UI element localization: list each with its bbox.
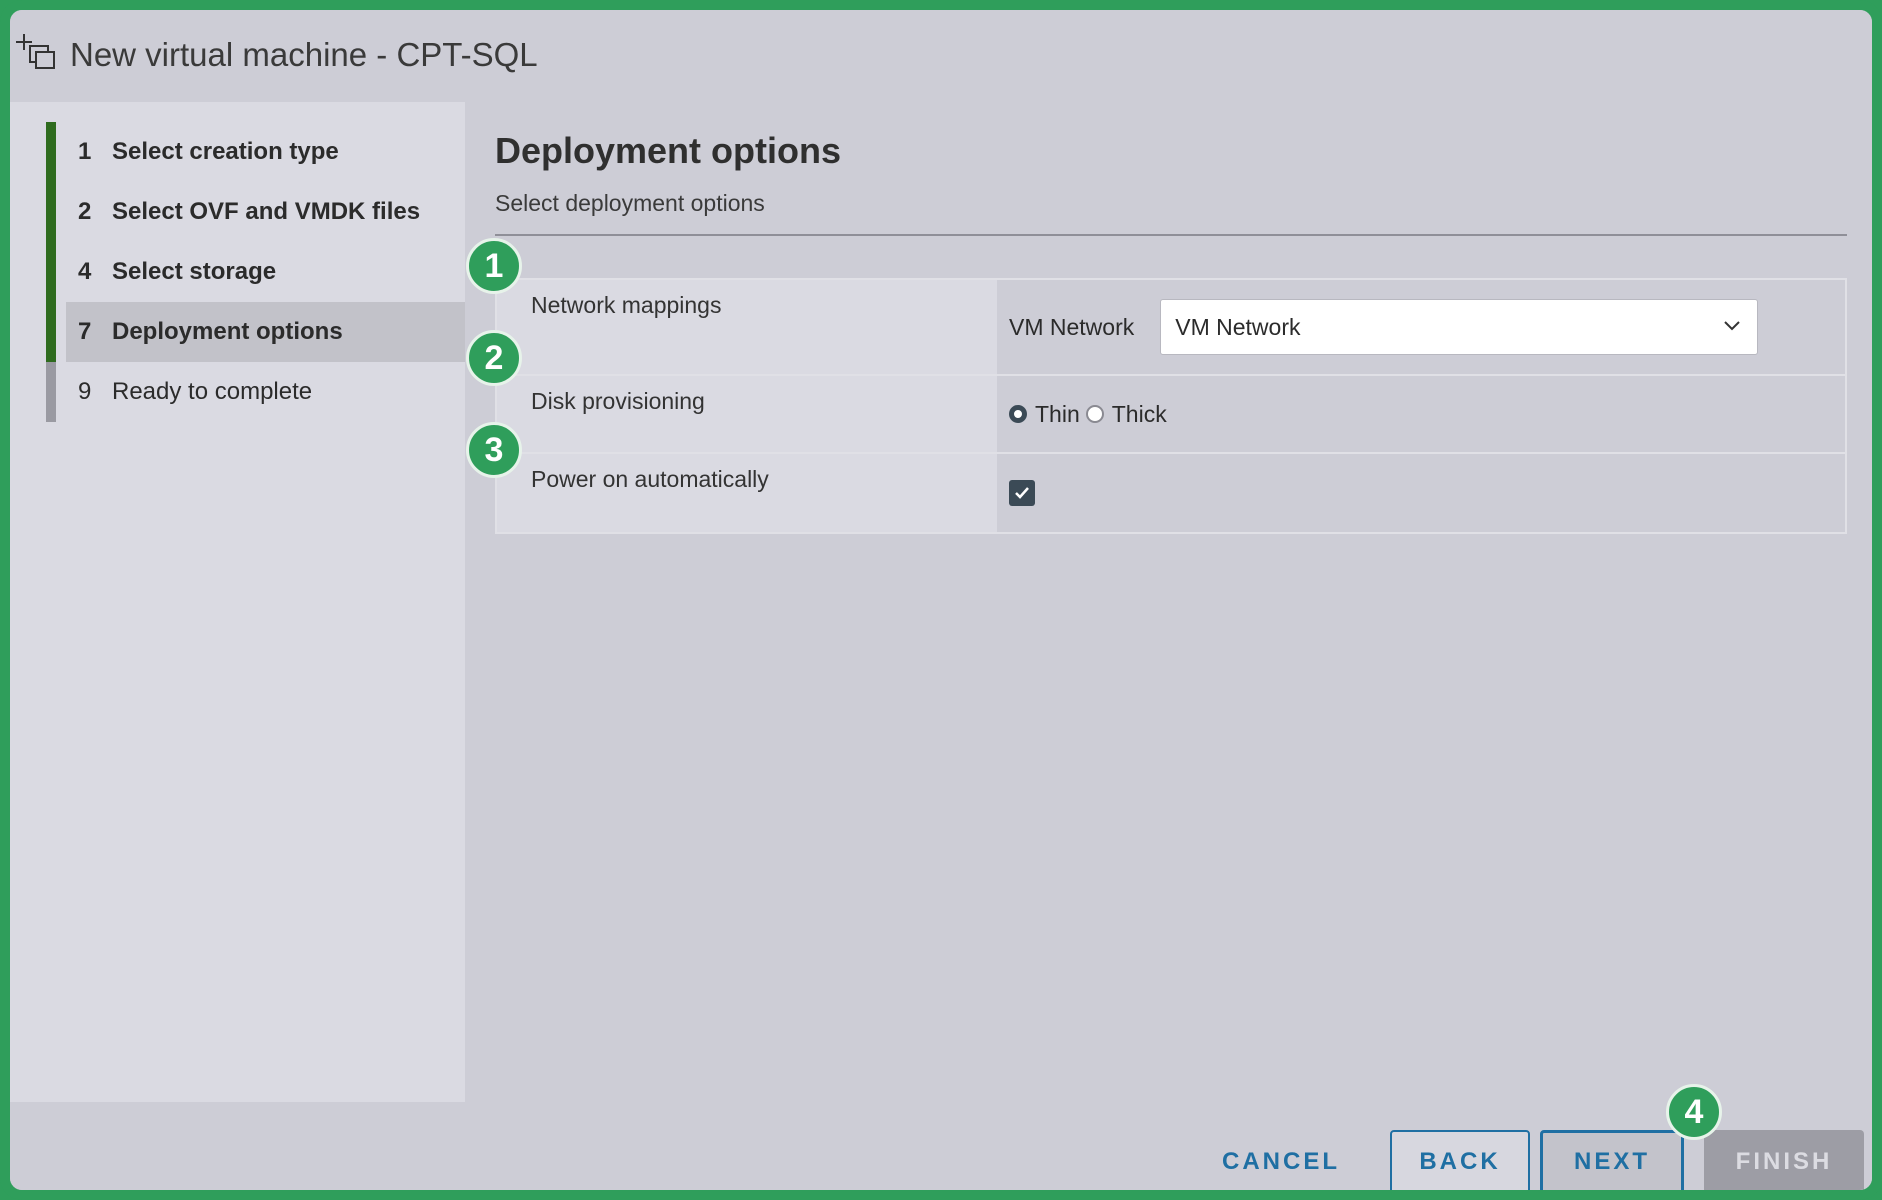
title-bar: New virtual machine - CPT-SQL (10, 10, 1872, 102)
thin-radio[interactable]: Thin (1009, 401, 1080, 428)
steps-remaining-bar (46, 362, 56, 422)
annotation-badge-3: 3 (466, 422, 522, 478)
step-label: Deployment options (112, 318, 343, 345)
page-subtitle: Select deployment options (495, 190, 765, 216)
source-network-label: VM Network (1009, 313, 1135, 340)
annotation-badge-4: 4 (1666, 1084, 1722, 1140)
thin-radio-label: Thin (1035, 400, 1080, 427)
step-label: Select OVF and VMDK files (112, 198, 421, 225)
step-label: Select storage (112, 258, 277, 285)
options-grid: Network mappings VM Network VM Network D… (495, 278, 1847, 534)
disk-provisioning-label: Disk provisioning (497, 376, 997, 452)
main-panel: Deployment options Select deployment opt… (465, 102, 1872, 1102)
disk-provisioning-row: Disk provisioning Thin Thick (497, 376, 1845, 454)
thick-radio-label: Thick (1111, 400, 1167, 427)
step-select-storage[interactable]: 4 Select storage (66, 242, 465, 302)
steps-progress-bar (46, 122, 56, 362)
page-title: Deployment options (495, 130, 842, 171)
wizard-steps-sidebar: 1 Select creation type 2 Select OVF and VM… (10, 102, 465, 1102)
new-vm-icon (16, 34, 55, 69)
window-title: New virtual machine - CPT-SQL (70, 36, 538, 73)
annotation-badge-1: 1 (466, 238, 522, 294)
thick-radio[interactable]: Thick (1085, 400, 1167, 428)
network-select-value: VM Network (1175, 313, 1301, 340)
next-button[interactable]: NEXT (1540, 1130, 1684, 1190)
cancel-button[interactable]: CANCEL (1206, 1130, 1356, 1190)
network-mappings-label: Network mappings (497, 280, 997, 374)
back-button[interactable]: BACK (1390, 1130, 1530, 1190)
annotation-badge-2: 2 (466, 330, 522, 386)
step-label: Ready to complete (112, 378, 313, 405)
radio-selected-icon (1009, 405, 1027, 423)
step-ready-to-complete[interactable]: 9 Ready to complete (66, 362, 465, 422)
chevron-down-icon (1724, 321, 1740, 331)
finish-button[interactable]: FINISH (1704, 1130, 1864, 1190)
network-mappings-row: Network mappings VM Network VM Network (497, 280, 1845, 376)
divider (495, 234, 1847, 236)
dialog-window: New virtual machine - CPT-SQL 1 Select cr… (0, 0, 1882, 1200)
power-on-label: Power on automatically (497, 454, 997, 532)
step-select-creation-type[interactable]: 1 Select creation type (66, 122, 465, 182)
power-on-row: Power on automatically (497, 454, 1845, 532)
power-on-checkbox[interactable] (1009, 480, 1035, 506)
step-label: Select creation type (112, 138, 339, 165)
wizard-footer: CANCEL BACK NEXT FINISH (10, 1102, 1872, 1190)
radio-unselected-icon (1085, 405, 1104, 423)
step-deployment-options[interactable]: 7 Deployment options (66, 302, 465, 362)
checkmark-icon (1015, 487, 1029, 499)
network-select[interactable]: VM Network (1160, 299, 1759, 355)
step-select-ovf-vmdk[interactable]: 2 Select OVF and VMDK files (66, 182, 465, 242)
